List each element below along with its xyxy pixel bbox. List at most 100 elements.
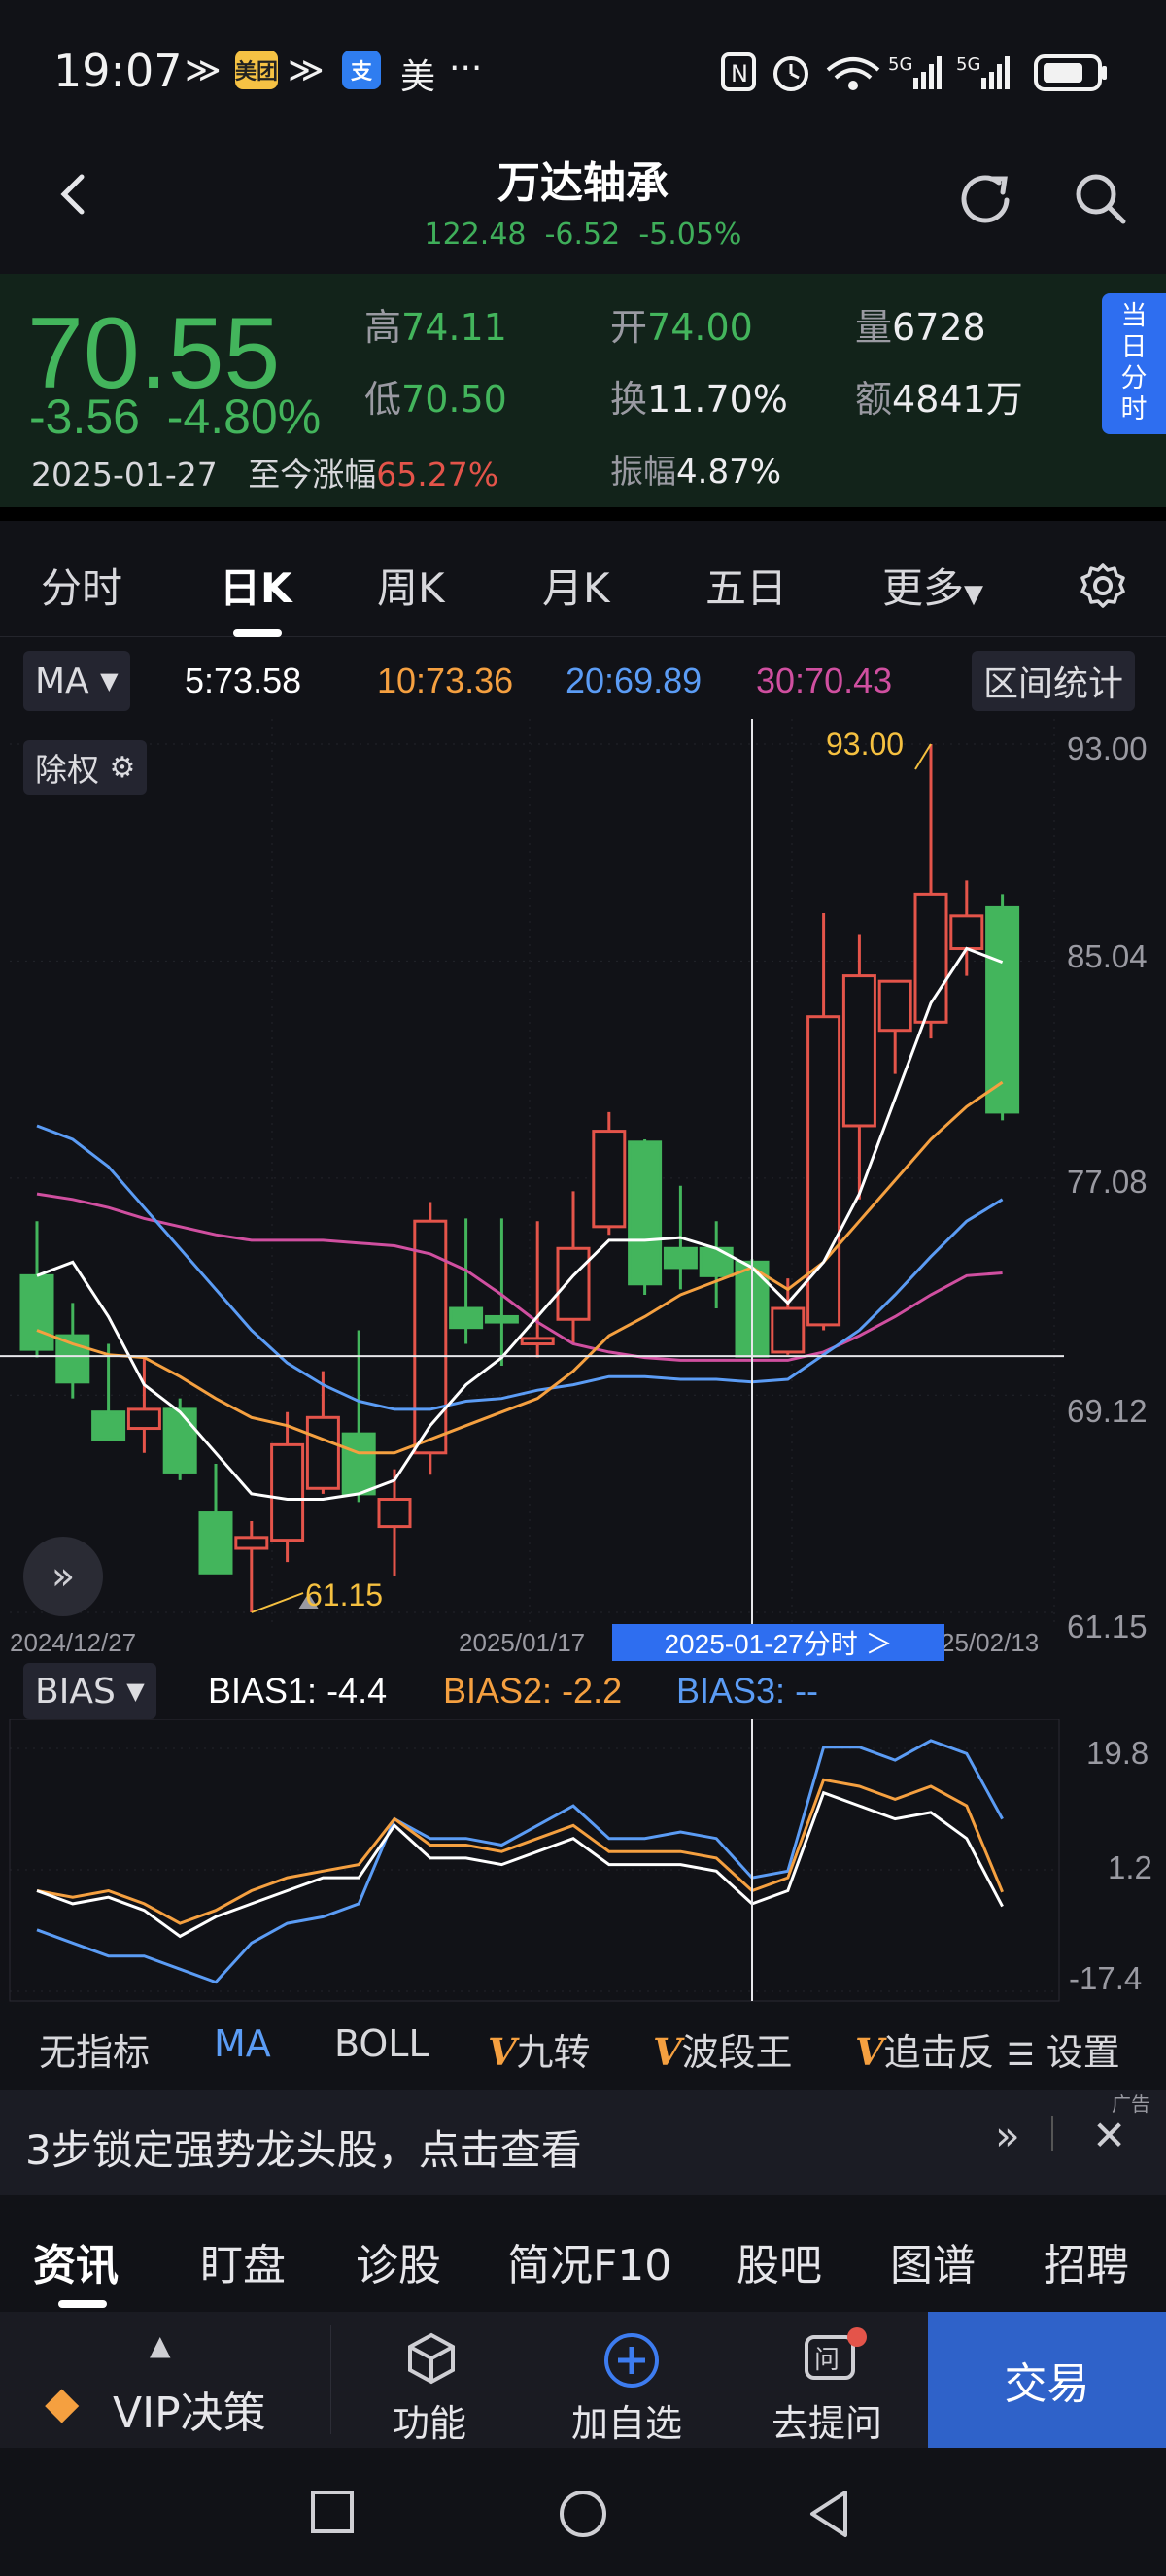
change-value: -3.56 (29, 390, 140, 444)
candle-body (841, 974, 876, 1128)
tab-f10[interactable]: 简况F10 (507, 2230, 671, 2292)
status-time: 19:07 (53, 45, 183, 97)
candle-body (19, 1273, 54, 1351)
candle-body (771, 1306, 806, 1354)
price-axis-label: 77.08 (1067, 1164, 1148, 1200)
candle-body (341, 1432, 376, 1496)
ma-selector[interactable]: MA ▼ (23, 651, 130, 711)
candle-body (592, 1130, 627, 1229)
date-end: 25/02/13 (941, 1628, 1040, 1657)
cube-icon[interactable] (402, 2329, 461, 2388)
kline-chart[interactable] (0, 719, 1166, 1651)
candle-body (520, 1337, 555, 1346)
stat-volume: 量6728 (855, 306, 986, 349)
bias2-line (36, 1778, 1004, 1925)
stat-low: 低70.50 (364, 378, 507, 421)
tab-forum[interactable]: 股吧 (737, 2230, 822, 2292)
adjust-button[interactable]: 除权 ⚙ (23, 740, 148, 795)
candle-body (270, 1442, 305, 1542)
price-axis-label: 93.00 (1067, 730, 1148, 766)
nfc-icon: N (721, 52, 756, 91)
indicator-ma[interactable]: MA (214, 2022, 271, 2065)
add-watchlist-button[interactable]: 加自选 (571, 2393, 682, 2447)
tab-graph[interactable]: 图谱 (890, 2230, 976, 2292)
meituan-badge: 美团 (235, 51, 279, 89)
question-chat-icon[interactable]: 问 (799, 2327, 869, 2390)
bias-axis-label: 19.8 (1086, 1735, 1149, 1771)
tab-monthly-k[interactable]: 月K (542, 556, 610, 615)
active-tab-indicator (58, 2300, 107, 2308)
tab-diagnose[interactable]: 诊股 (356, 2230, 441, 2292)
tab-daily-k[interactable]: 日K (220, 556, 292, 615)
tab-more[interactable]: 更多▼ (882, 556, 983, 615)
tab-news[interactable]: 资讯 (33, 2230, 119, 2292)
recent-apps-icon[interactable] (309, 2489, 358, 2537)
tab-watch[interactable]: 盯盘 (200, 2230, 286, 2292)
add-circle-icon[interactable] (600, 2329, 663, 2391)
candle-body (126, 1407, 161, 1431)
ma30-value: 30:70.43 (756, 661, 893, 700)
ad-divider (1051, 2116, 1053, 2151)
refresh-icon[interactable] (958, 171, 1016, 225)
indicator-wave-king[interactable]: V波段王 (653, 2022, 793, 2076)
tab-recruit[interactable]: 招聘 (1044, 2230, 1129, 2292)
indicator-none[interactable]: 无指标 (39, 2022, 150, 2076)
price-change: -3.56 -4.80% (29, 389, 321, 445)
ad-text[interactable]: 3步锁定强势龙头股，点击查看 (25, 2118, 582, 2177)
ma10-value: 10:73.36 (377, 661, 514, 700)
wifi-icon (826, 57, 880, 90)
divider (0, 507, 1166, 521)
trade-button[interactable]: 交易 (928, 2312, 1166, 2448)
close-icon[interactable]: ✕ (1092, 2112, 1126, 2159)
range-stats-button[interactable]: 区间统计 (972, 651, 1136, 711)
battery-icon (1034, 54, 1107, 91)
since-value: 65.27% (376, 456, 499, 493)
stat-open: 开74.00 (610, 306, 753, 349)
ma20-value: 20:69.89 (566, 661, 703, 700)
indicator-boll[interactable]: BOLL (334, 2022, 429, 2065)
indicator-chase[interactable]: V追击反 (855, 2022, 1001, 2076)
vip-decision-button[interactable]: VIP决策 (113, 2378, 266, 2440)
double-chevron-icon[interactable]: » (995, 2112, 1020, 2159)
date-start: 2024/12/27 (10, 1628, 137, 1657)
back-nav-icon[interactable] (805, 2487, 853, 2541)
bias-axis-label: 1.2 (1108, 1849, 1152, 1885)
ask-question-button[interactable]: 去提问 (772, 2393, 882, 2447)
ma10-line (36, 1080, 1004, 1455)
status-icons: N 5G 5G (721, 52, 1107, 91)
caret-down-icon: ▼ (964, 580, 984, 609)
stat-amplitude: 振幅4.87% (610, 453, 782, 491)
price-axis-label: 69.12 (1067, 1393, 1148, 1429)
intraday-side-tab[interactable]: 当日分时 (1102, 293, 1166, 434)
min-marker (251, 1592, 304, 1613)
candle-body (556, 1246, 591, 1321)
tab-five-day[interactable]: 五日 (705, 556, 787, 615)
indicator-settings[interactable]: ☰ 设置 (1007, 2022, 1120, 2076)
search-icon[interactable] (1073, 171, 1131, 229)
caret-up-icon[interactable]: ▲ (150, 2329, 171, 2361)
tab-intraday[interactable]: 分时 (41, 556, 122, 615)
settings-sliders-icon: ☰ (1007, 2036, 1035, 2073)
candle-body (413, 1219, 448, 1455)
bias3-line (36, 1739, 1004, 1984)
gear-icon[interactable] (1079, 561, 1127, 610)
expand-arrows-icon[interactable]: » (23, 1537, 103, 1616)
home-icon[interactable] (556, 2487, 610, 2541)
bias1-value: BIAS1: -4.4 (208, 1671, 388, 1711)
v-icon: V (488, 2030, 517, 2074)
ma20-line (36, 1124, 1004, 1411)
function-button[interactable]: 功能 (393, 2393, 466, 2447)
crosshair-date-button[interactable]: 2025-01-27分时 ＞ (612, 1624, 944, 1661)
max-price-label: 93.00 (826, 727, 905, 762)
bias-frame (9, 1719, 1060, 2002)
bias-chart[interactable] (0, 1719, 1166, 2011)
index-value: 122.48 (424, 218, 527, 252)
tab-weekly-k[interactable]: 周K (377, 556, 445, 615)
bias-selector[interactable]: BIAS ▼ (23, 1663, 156, 1719)
indicator-nine-turn[interactable]: V九转 (488, 2022, 591, 2076)
bias3-value: BIAS3: -- (676, 1671, 819, 1711)
candle-body (162, 1407, 197, 1474)
diamond-icon: ◆ (45, 2376, 80, 2428)
candle-body (877, 979, 912, 1033)
v-icon: V (855, 2030, 884, 2074)
